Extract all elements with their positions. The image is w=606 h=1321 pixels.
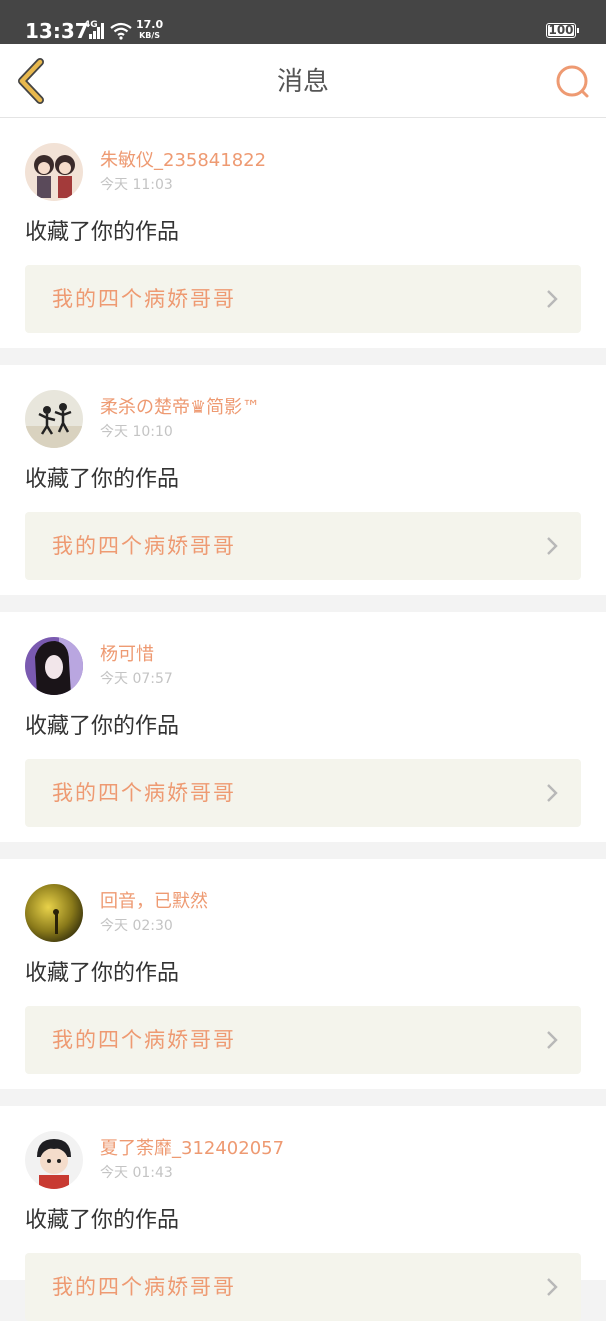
network-type: 4G: [84, 20, 98, 30]
message-card: 柔杀の楚帝♛简影™ 今天 10:10 收藏了你的作品 我的四个病娇哥哥: [0, 365, 606, 595]
work-title: 我的四个病娇哥哥: [52, 1275, 236, 1299]
battery-level: 100: [548, 23, 574, 37]
chevron-right-icon: [547, 784, 558, 802]
message-card: 夏了荼靡_312402057 今天 01:43 收藏了你的作品 我的四个病娇哥哥: [0, 1106, 606, 1321]
timestamp: 今天 02:30: [100, 918, 173, 934]
battery-icon: 100: [546, 23, 579, 38]
avatar[interactable]: [25, 390, 83, 448]
work-title: 我的四个病娇哥哥: [52, 287, 236, 311]
action-text: 收藏了你的作品: [25, 961, 180, 986]
username[interactable]: 回音，已默然: [100, 891, 208, 913]
message-card: 回音，已默然 今天 02:30 收藏了你的作品 我的四个病娇哥哥: [0, 859, 606, 1089]
chevron-right-icon: [547, 537, 558, 555]
message-card: 朱敏仪_235841822 今天 11:03 收藏了你的作品 我的四个病娇哥哥: [0, 118, 606, 348]
work-title: 我的四个病娇哥哥: [52, 534, 236, 558]
timestamp: 今天 01:43: [100, 1165, 173, 1181]
timestamp: 今天 07:57: [100, 671, 173, 687]
search-icon: [556, 65, 589, 98]
action-text: 收藏了你的作品: [25, 714, 180, 739]
nav-bar: 消息: [0, 44, 606, 118]
work-title: 我的四个病娇哥哥: [52, 1028, 236, 1052]
work-link[interactable]: 我的四个病娇哥哥: [25, 759, 581, 827]
page-title: 消息: [276, 67, 329, 97]
wifi-icon: [110, 22, 132, 40]
avatar[interactable]: [25, 1131, 83, 1189]
avatar[interactable]: [25, 884, 83, 942]
work-link[interactable]: 我的四个病娇哥哥: [25, 265, 581, 333]
timestamp: 今天 10:10: [100, 424, 173, 440]
username[interactable]: 夏了荼靡_312402057: [100, 1138, 284, 1160]
timestamp: 今天 11:03: [100, 177, 173, 193]
chevron-right-icon: [547, 1031, 558, 1049]
action-text: 收藏了你的作品: [25, 1208, 180, 1233]
chevron-right-icon: [547, 290, 558, 308]
avatar[interactable]: [25, 143, 83, 201]
status-time: 13:37: [25, 19, 89, 43]
work-link[interactable]: 我的四个病娇哥哥: [25, 1006, 581, 1074]
avatar[interactable]: [25, 637, 83, 695]
chevron-right-icon: [547, 1278, 558, 1296]
work-link[interactable]: 我的四个病娇哥哥: [25, 512, 581, 580]
status-bar: 13:37 4G 17.0 KB/S 100: [0, 0, 606, 44]
action-text: 收藏了你的作品: [25, 220, 180, 245]
speed-unit: KB/S: [139, 31, 161, 40]
work-title: 我的四个病娇哥哥: [52, 781, 236, 805]
work-link[interactable]: 我的四个病娇哥哥: [25, 1253, 581, 1321]
action-text: 收藏了你的作品: [25, 467, 180, 492]
search-button[interactable]: [552, 62, 592, 102]
username[interactable]: 朱敏仪_235841822: [100, 150, 266, 172]
username[interactable]: 杨可惜: [100, 644, 154, 666]
network-speed: 17.0 KB/S: [136, 19, 163, 41]
username[interactable]: 柔杀の楚帝♛简影™: [100, 397, 260, 419]
message-card: 杨可惜 今天 07:57 收藏了你的作品 我的四个病娇哥哥: [0, 612, 606, 842]
